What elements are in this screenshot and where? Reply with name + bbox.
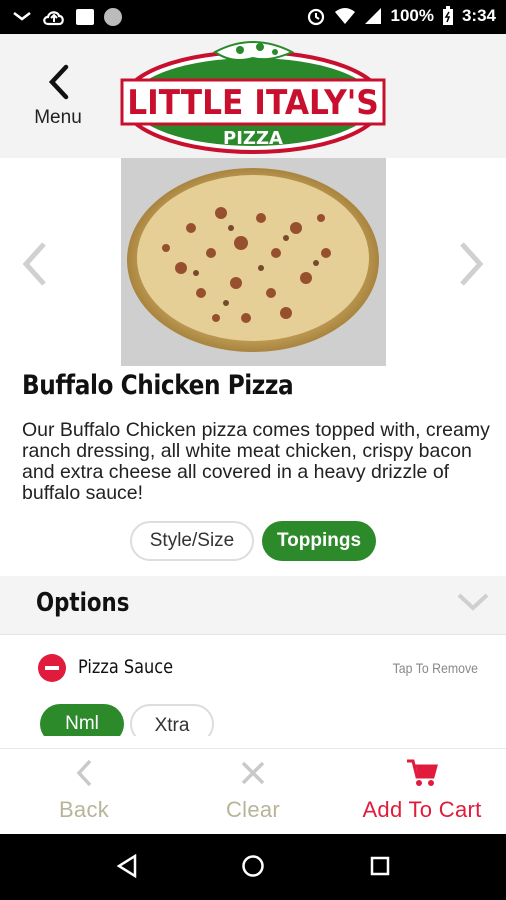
close-icon	[241, 761, 265, 785]
status-bar: 100% 3:34	[0, 0, 506, 34]
back-to-menu-button[interactable]: Menu	[22, 64, 94, 129]
logo-text: LITTLE ITALY'S	[127, 83, 379, 123]
clear-label: Clear	[225, 797, 281, 822]
back-label: Back	[58, 797, 110, 822]
amount-normal-button[interactable]: Nml	[40, 704, 124, 736]
wifi-icon	[335, 8, 356, 24]
notification-icons	[12, 8, 122, 26]
topping-name: Pizza Sauce	[78, 656, 174, 678]
option-tabs: Style/Size Toppings	[130, 521, 376, 561]
nav-recents-icon[interactable]	[370, 856, 390, 876]
clock: 3:34	[461, 6, 496, 25]
image-icon	[76, 9, 94, 25]
little-italys-logo: LITTLE ITALY'S PIZZA	[120, 41, 386, 154]
item-description: Our Buffalo Chicken pizza comes topped w…	[22, 419, 490, 504]
add-to-cart-button[interactable]: Add To Cart	[338, 749, 506, 835]
cloud-upload-icon	[43, 11, 64, 26]
battery-icon	[442, 6, 453, 25]
amount-extra-button[interactable]: Xtra	[130, 704, 214, 736]
logo-subtext: PIZZA	[223, 128, 283, 149]
circle-icon	[104, 8, 122, 26]
tab-toppings[interactable]: Toppings	[262, 521, 376, 561]
clear-button[interactable]: Clear	[169, 749, 337, 835]
pizza-image	[121, 158, 386, 366]
options-section-header[interactable]: Options	[0, 576, 506, 635]
add-to-cart-label: Add To Cart	[362, 797, 482, 822]
tap-to-remove-hint: Tap To Remove	[392, 660, 478, 676]
back-button[interactable]: Back	[0, 749, 168, 835]
chevron-left-icon	[76, 759, 92, 787]
battery-percent: 100%	[390, 6, 434, 25]
remove-icon[interactable]	[38, 654, 66, 682]
alarm-icon	[308, 8, 325, 26]
amount-options: Nml Xtra	[40, 704, 214, 736]
nav-back-icon[interactable]	[116, 854, 138, 878]
tab-style-size[interactable]: Style/Size	[130, 521, 254, 561]
system-navigation-bar	[0, 834, 506, 900]
system-icons: 100% 3:34	[306, 6, 496, 26]
signal-icon	[365, 8, 382, 24]
item-title: Buffalo Chicken Pizza	[22, 370, 294, 401]
previous-item-arrow[interactable]	[20, 240, 48, 288]
chevron-down-icon	[457, 593, 489, 611]
next-item-arrow[interactable]	[458, 240, 486, 288]
header: Menu LITTLE ITALY'S PIZZA	[0, 34, 506, 158]
topping-row[interactable]: Pizza Sauce Tap To Remove	[0, 648, 506, 688]
bottom-action-bar: Back Clear Add To Cart	[0, 748, 506, 835]
nav-home-icon[interactable]	[241, 854, 265, 878]
cart-icon	[407, 759, 438, 786]
options-title: Options	[36, 588, 130, 618]
mail-icon	[13, 12, 31, 21]
chevron-left-icon	[48, 64, 69, 100]
menu-label: Menu	[34, 107, 82, 128]
